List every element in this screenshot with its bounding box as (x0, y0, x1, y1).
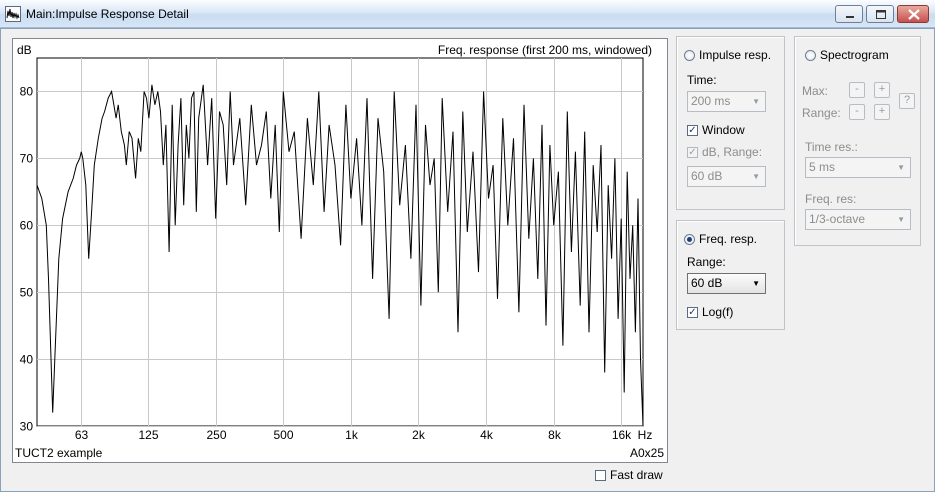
help-button: ? (899, 93, 915, 109)
minimize-button[interactable] (835, 5, 863, 23)
db-range-check-box: ✓ (687, 146, 698, 158)
close-icon (908, 9, 920, 20)
frequency-response-line (36, 84, 644, 427)
y-tick-label: 70 (20, 152, 34, 166)
minimize-icon (846, 16, 854, 18)
y-unit-label: dB (17, 43, 32, 57)
plot-header: Freq. response (first 200 ms, windowed) (437, 43, 652, 57)
close-button[interactable] (897, 5, 929, 23)
y-tick-label: 50 (20, 286, 34, 300)
freq-resp-radio[interactable]: Freq. resp. (684, 232, 757, 246)
maximize-button[interactable] (866, 5, 894, 23)
x-tick-label: 500 (273, 428, 293, 442)
title-bar[interactable]: Main:Impulse Response Detail (0, 0, 935, 28)
max-plus-button: + (874, 82, 890, 98)
impulse-resp-label: Impulse resp. (699, 48, 772, 62)
fast-draw-label: Fast draw (610, 468, 663, 482)
chevron-down-icon: ▼ (897, 215, 905, 224)
impulse-resp-radio[interactable]: Impulse resp. (684, 48, 771, 62)
log-f-checkbox[interactable]: ✓ Log(f) (687, 305, 733, 319)
x-tick-label: 2k (412, 428, 426, 442)
maximize-icon (876, 10, 886, 19)
freq-res-label: Freq. res: (805, 192, 857, 206)
freq-res-select: 1/3-octave ▼ (805, 209, 911, 230)
app-waveform-icon (5, 6, 21, 22)
x-unit-label: Hz (638, 428, 653, 442)
max-minus-button: - (849, 82, 865, 98)
chevron-down-icon: ▼ (752, 279, 760, 288)
chevron-down-icon: ▼ (897, 163, 905, 172)
chart-canvas: 30 40 50 60 70 80 63 125 250 500 1k 2k 4k 8k 16k Hz (20, 57, 653, 442)
spectrogram-radio[interactable]: Spectrogram (805, 48, 889, 62)
freq-resp-label: Freq. resp. (699, 232, 758, 246)
frequency-response-plot[interactable]: 30 40 50 60 70 80 63 125 250 500 1k 2k 4k 8k 16k Hz dB … (12, 38, 668, 463)
impulse-resp-radio-button[interactable] (684, 49, 695, 61)
time-select-value: 200 ms (691, 94, 731, 108)
plot-footer-title: TUCT2 example (15, 446, 103, 460)
x-tick-label: 16k (612, 428, 632, 442)
window-title: Main:Impulse Response Detail (26, 7, 189, 21)
y-tick-label: 40 (20, 353, 34, 367)
impulse-response-group: Impulse resp. Time: 200 ms ▼ ✓ Window ✓ … (676, 36, 785, 210)
spectrogram-label: Spectrogram (820, 48, 889, 62)
window-checkbox[interactable]: ✓ Window (687, 123, 745, 137)
log-f-check-box[interactable]: ✓ (687, 306, 698, 318)
spectrogram-group: Spectrogram Max: - + Range: - + ? Time r… (794, 36, 921, 246)
time-res-select: 5 ms ▼ (805, 157, 911, 178)
freq-range-select-value: 60 dB (691, 276, 723, 290)
range-minus-button: - (849, 104, 865, 120)
spec-range-label: Range: (802, 106, 841, 120)
y-tick-label: 30 (20, 420, 34, 434)
freq-range-select[interactable]: 60 dB ▼ (687, 273, 766, 294)
x-tick-label: 250 (206, 428, 226, 442)
x-tick-label: 125 (138, 428, 158, 442)
x-tick-label: 4k (480, 428, 494, 442)
fast-draw-checkbox[interactable]: Fast draw (595, 468, 663, 482)
x-tick-label: 63 (75, 428, 89, 442)
log-f-label: Log(f) (702, 305, 734, 319)
db-range-select-value: 60 dB (691, 169, 723, 183)
y-tick-label: 60 (20, 219, 34, 233)
db-range-label: dB, Range: (702, 145, 763, 159)
time-res-select-value: 5 ms (809, 160, 836, 174)
time-select[interactable]: 200 ms ▼ (687, 91, 766, 112)
window-check-box[interactable]: ✓ (687, 124, 698, 136)
db-range-select: 60 dB ▼ (687, 166, 766, 187)
range-plus-button: + (874, 104, 890, 120)
time-res-label: Time res.: (805, 140, 858, 154)
frequency-response-group: Freq. resp. Range: 60 dB ▼ ✓ Log(f) (676, 220, 785, 330)
max-label: Max: (802, 84, 829, 98)
plot-footer-code: A0x25 (629, 446, 664, 460)
chevron-down-icon: ▼ (752, 97, 760, 106)
freq-res-select-value: 1/3-octave (809, 212, 866, 226)
freq-resp-radio-button[interactable] (684, 233, 695, 245)
window-label: Window (702, 123, 745, 137)
range-label: Range: (687, 255, 726, 269)
db-range-checkbox: ✓ dB, Range: (687, 145, 762, 159)
x-tick-label: 8k (548, 428, 562, 442)
y-tick-label: 80 (20, 85, 34, 99)
spectrogram-radio-button[interactable] (805, 49, 816, 61)
chevron-down-icon: ▼ (752, 172, 760, 181)
x-tick-label: 1k (345, 428, 359, 442)
time-label: Time: (687, 73, 717, 87)
fast-draw-check-box[interactable] (595, 469, 606, 481)
